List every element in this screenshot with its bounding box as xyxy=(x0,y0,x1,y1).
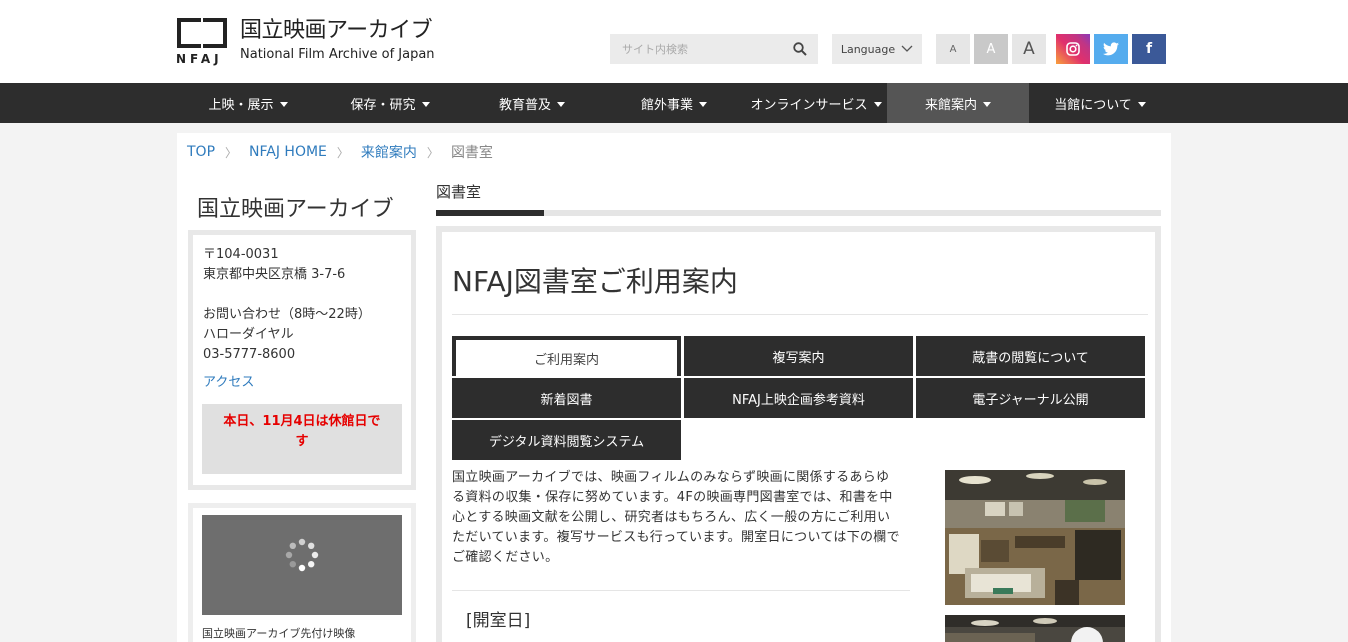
tab-collection-access[interactable]: 蔵書の閲覧について xyxy=(916,336,1145,376)
breadcrumb-current: 図書室 xyxy=(450,145,493,161)
nav-label: 教育普及 xyxy=(498,97,551,113)
postal-code: 〒104-0031 xyxy=(203,247,279,262)
nav-label: 館外事業 xyxy=(640,97,693,113)
caret-down-icon xyxy=(557,101,565,107)
intro-text: 国立映画アーカイブでは、映画フィルムのみならず映画に関係するあらゆる資料の収集・… xyxy=(452,470,900,565)
caret-down-icon xyxy=(421,101,430,107)
main-container: TOP 〉 NFAJ HOME 〉 来館案内 〉 図書室 国立映画アーカイブ 〒… xyxy=(177,133,1171,642)
twitter-link[interactable] xyxy=(1094,34,1128,64)
logo-mark-text: NFAJ xyxy=(176,52,223,66)
section-tab-bar xyxy=(436,210,1161,216)
site-logo[interactable]: NFAJ 国立映画アーカイブ National Film Archive of … xyxy=(176,18,435,66)
tab-usage-guide[interactable]: ご利用案内 xyxy=(452,336,681,376)
tab-new-books[interactable]: 新着図書 xyxy=(452,378,681,418)
sidebar-title: 国立映画アーカイブ xyxy=(197,197,394,222)
contact-label: お問い合わせ（8時～22時） xyxy=(203,307,371,322)
logo-title-jp: 国立映画アーカイブ xyxy=(240,18,433,43)
library-photo xyxy=(945,615,1125,642)
nav-item-screenings[interactable]: 上映・展示 xyxy=(177,83,319,123)
divider xyxy=(452,590,910,591)
nav-item-visit[interactable]: 来館案内 xyxy=(887,83,1029,123)
caret-down-icon xyxy=(699,101,707,107)
closed-notice: 本日、11月4日は休館日で す xyxy=(202,404,402,474)
video-box: 国立映画アーカイブ先付け映像 xyxy=(188,503,416,642)
site-search xyxy=(610,34,818,64)
font-size-large-button[interactable]: A xyxy=(1012,34,1046,64)
content-panel: NFAJ図書室ご利用案内 ご利用案内 複写案内 蔵書の閲覧について 新着図書 N… xyxy=(436,226,1161,642)
logo-mark: NFAJ xyxy=(176,18,228,66)
nav-label: 来館案内 xyxy=(924,97,977,113)
nav-item-education[interactable]: 教育普及 xyxy=(461,83,603,123)
divider xyxy=(452,314,1148,315)
access-link[interactable]: アクセス xyxy=(203,373,411,393)
nav-item-preservation[interactable]: 保存・研究 xyxy=(319,83,461,123)
caret-down-icon xyxy=(279,101,288,107)
address: 東京都中央区京橋 3-7-6 xyxy=(203,267,346,282)
chevron-right-icon: 〉 xyxy=(426,145,439,160)
nav-item-online[interactable]: オンラインサービス xyxy=(745,83,887,123)
language-label: Language xyxy=(840,42,896,56)
chevron-right-icon: 〉 xyxy=(336,145,349,160)
caret-down-icon xyxy=(1137,101,1146,107)
closed-notice-line: 本日、11月4日は休館日で xyxy=(223,414,381,429)
global-nav: 上映・展示 保存・研究 教育普及 館外事業 オンラインサービス 来館案内 当館に… xyxy=(0,83,1348,123)
dial-label: ハローダイヤル xyxy=(203,327,294,342)
nav-label: 上映・展示 xyxy=(208,97,274,113)
loading-spinner-icon xyxy=(285,538,319,572)
instagram-link[interactable] xyxy=(1056,34,1090,64)
tab-e-journal[interactable]: 電子ジャーナル公開 xyxy=(916,378,1145,418)
video-player[interactable] xyxy=(202,515,402,615)
nav-item-about[interactable]: 当館について xyxy=(1029,83,1171,123)
caret-down-icon xyxy=(983,101,991,107)
caret-down-icon xyxy=(873,101,882,107)
site-header: NFAJ 国立映画アーカイブ National Film Archive of … xyxy=(0,0,1348,83)
breadcrumb-top[interactable]: TOP xyxy=(187,144,215,160)
page-title: NFAJ図書室ご利用案内 xyxy=(452,265,738,298)
logo-title-en: National Film Archive of Japan xyxy=(240,47,435,62)
breadcrumb-home[interactable]: NFAJ HOME xyxy=(249,144,327,160)
chevron-right-icon: 〉 xyxy=(225,145,238,160)
address-box: 〒104-0031 東京都中央区京橋 3-7-6 お問い合わせ（8時～22時） … xyxy=(188,230,416,490)
facebook-link[interactable]: f xyxy=(1132,34,1166,64)
tab-screening-materials[interactable]: NFAJ上映企画参考資料 xyxy=(684,378,913,418)
search-input[interactable] xyxy=(610,34,780,64)
tab-copy-service[interactable]: 複写案内 xyxy=(684,336,913,376)
facebook-icon: f xyxy=(1145,41,1153,57)
section-heading-opening-days: [開室日] xyxy=(466,611,531,631)
nav-label: オンラインサービス xyxy=(750,97,868,113)
nav-item-outreach[interactable]: 館外事業 xyxy=(603,83,745,123)
font-size-medium-button[interactable]: A xyxy=(974,34,1008,64)
section-tab-title: 図書室 xyxy=(436,183,482,201)
instagram-icon xyxy=(1066,42,1080,56)
tab-digital-archive[interactable]: デジタル資料閲覧システム xyxy=(452,420,681,460)
breadcrumb-visit[interactable]: 来館案内 xyxy=(361,142,417,162)
closed-notice-line: す xyxy=(295,434,309,449)
search-icon[interactable] xyxy=(793,42,807,56)
font-size-small-button[interactable]: A xyxy=(936,34,970,64)
language-select[interactable]: Language xyxy=(832,34,922,64)
chevron-down-icon xyxy=(901,45,913,52)
nav-label: 保存・研究 xyxy=(350,97,416,113)
nav-label: 当館について xyxy=(1054,97,1132,113)
phone-number: 03-5777-8600 xyxy=(203,347,296,362)
twitter-bird-icon xyxy=(1103,42,1119,56)
library-photo xyxy=(945,470,1125,605)
breadcrumb: TOP 〉 NFAJ HOME 〉 来館案内 〉 図書室 xyxy=(187,143,493,161)
video-caption: 国立映画アーカイブ先付け映像 xyxy=(202,627,356,640)
